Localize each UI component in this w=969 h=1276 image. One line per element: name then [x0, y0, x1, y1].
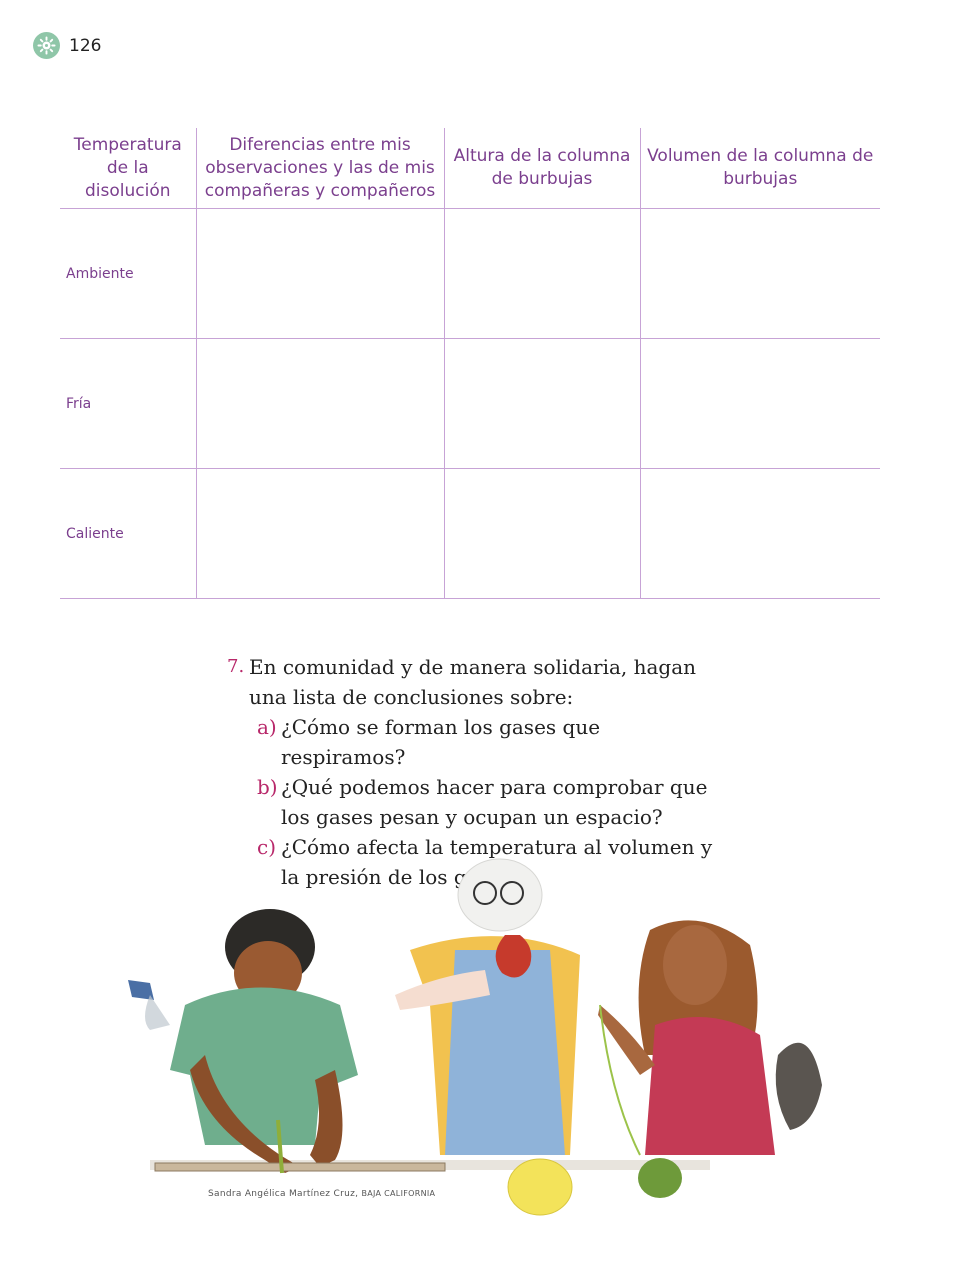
- table-header-row: Temperatura de la disolución Diferencias…: [60, 128, 880, 209]
- students-illustration: [128, 858, 822, 1216]
- question-number: 7.: [227, 656, 245, 677]
- sub-text: ¿Qué podemos hacer para comprobar que lo…: [281, 775, 708, 829]
- girl-figure: [598, 920, 775, 1198]
- answer-cell[interactable]: [195, 468, 444, 599]
- credit-place: BAJA CALIFORNIA: [361, 1189, 436, 1198]
- answer-cell[interactable]: [195, 338, 444, 469]
- answer-cell[interactable]: [639, 208, 880, 339]
- boy-figure: [128, 909, 358, 1173]
- observations-table: Temperatura de la disolución Diferencias…: [60, 128, 880, 599]
- header-temperatura: Temperatura de la disolución: [60, 128, 196, 209]
- row-label-ambiente: Ambiente: [60, 208, 196, 339]
- yellow-balloon: [507, 1158, 573, 1216]
- row-label-caliente: Caliente: [60, 468, 196, 599]
- answer-cell[interactable]: [443, 208, 640, 339]
- credit-name: Sandra Angélica Martínez Cruz,: [208, 1189, 359, 1199]
- hat: [775, 1042, 822, 1130]
- sub-letter: b): [257, 775, 278, 799]
- sub-question-b: b) ¿Qué podemos hacer para comprobar que…: [257, 772, 727, 832]
- answer-cell[interactable]: [639, 468, 880, 599]
- answer-cell[interactable]: [639, 338, 880, 469]
- table-row: Caliente: [60, 468, 880, 599]
- sub-question-a: a) ¿Cómo se forman los gases que respira…: [257, 712, 727, 772]
- sub-text: ¿Cómo se forman los gases que respiramos…: [281, 715, 601, 769]
- page-number: 126: [69, 35, 102, 56]
- gear-sun-icon: [33, 32, 60, 59]
- table-row: Ambiente: [60, 208, 880, 339]
- header-volumen: Volumen de la columna de burbujas: [639, 128, 880, 209]
- adult-figure: [395, 858, 580, 1155]
- answer-cell[interactable]: [443, 468, 640, 599]
- answer-cell[interactable]: [443, 338, 640, 469]
- illustration-credit: Sandra Angélica Martínez Cruz, BAJA CALI…: [208, 1189, 435, 1199]
- sub-letter: a): [257, 715, 277, 739]
- answer-cell[interactable]: [195, 208, 444, 339]
- green-yarn-ball: [638, 1158, 682, 1198]
- header-diferencias: Diferencias entre mis observaciones y la…: [195, 128, 444, 209]
- header-altura: Altura de la columna de burbujas: [443, 128, 640, 209]
- question-text: En comunidad y de manera solidaria, haga…: [249, 655, 697, 709]
- page-header: 126: [33, 32, 101, 59]
- row-label-fria: Fría: [60, 338, 196, 469]
- table-row: Fría: [60, 338, 880, 469]
